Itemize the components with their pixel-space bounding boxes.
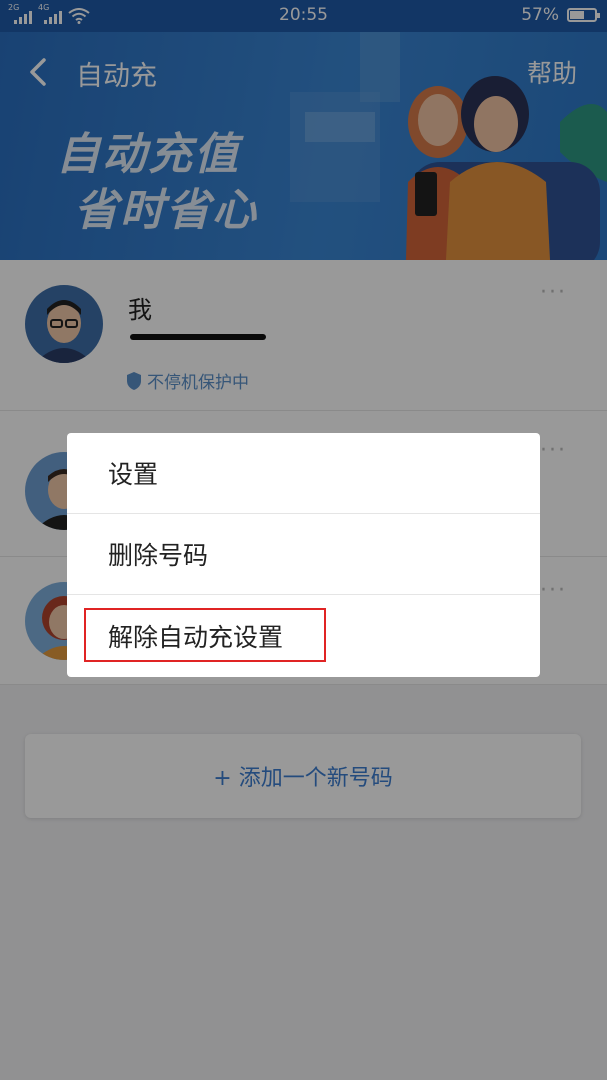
context-menu: 设置 删除号码 解除自动充设置: [67, 433, 540, 677]
menu-item-delete-number[interactable]: 删除号码: [67, 514, 540, 595]
menu-item-label: 删除号码: [108, 541, 209, 570]
highlight-box: [84, 608, 326, 662]
menu-item-cancel-auto-recharge[interactable]: 解除自动充设置: [67, 595, 540, 676]
menu-item-settings[interactable]: 设置: [67, 433, 540, 514]
menu-item-label: 设置: [108, 460, 159, 489]
